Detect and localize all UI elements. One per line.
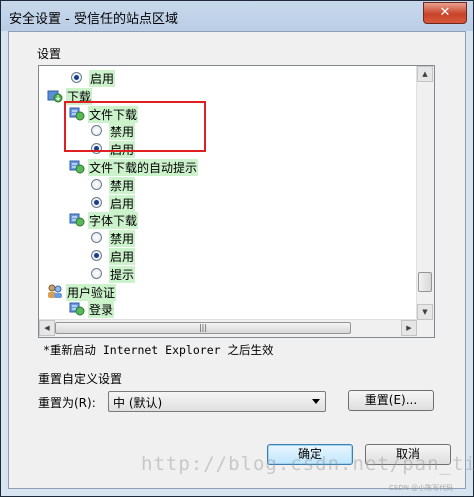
scroll-up-icon[interactable]: ▲ — [417, 66, 433, 82]
reset-group-label: 重置自定义设置 — [38, 372, 123, 386]
settings-node-icon — [69, 159, 85, 174]
radio-option-label: 提示 — [109, 265, 136, 283]
vertical-scrollbar[interactable]: ▲ ▼ — [416, 66, 434, 320]
radio-option-label: 启用 — [89, 70, 116, 87]
radio-button[interactable] — [91, 267, 102, 279]
radio-option-label: 禁用 — [109, 230, 136, 248]
csdn-mark: CSDN @小陈写代码 — [389, 484, 454, 492]
radio-button[interactable] — [91, 196, 102, 208]
vertical-scroll-thumb[interactable] — [418, 272, 432, 292]
reset-level-value: 中 (默认) — [113, 396, 163, 410]
horizontal-scroll-thumb[interactable]: ||| — [55, 322, 351, 334]
radio-button[interactable] — [71, 72, 82, 83]
watermark-text: http://blog.csdn.net/pan_tian — [141, 453, 474, 475]
settings-node-icon — [69, 212, 85, 227]
users-icon — [47, 284, 63, 299]
reset-to-label: 重置为(R): — [38, 396, 96, 410]
scroll-down-icon[interactable]: ▼ — [417, 304, 433, 320]
scroll-right-icon[interactable]: ▶ — [401, 320, 417, 336]
security-settings-dialog: 安全设置 - 受信任的站点区域 ✕ 设置 启用 下载 文件下载 禁用 启用 文件下载的自动… — [0, 0, 474, 497]
restart-note: *重新启动 Internet Explorer 之后生效 — [43, 343, 274, 357]
settings-node-icon — [69, 301, 85, 316]
radio-button[interactable] — [91, 232, 102, 244]
close-button[interactable]: ✕ — [423, 2, 467, 24]
radio-option-label: 启用 — [109, 248, 136, 265]
radio-button[interactable] — [91, 250, 102, 261]
horizontal-scrollbar[interactable]: ◀ ||| ▶ — [39, 319, 417, 337]
scrollbar-corner — [417, 320, 434, 337]
close-icon: ✕ — [439, 5, 451, 20]
chevron-down-icon — [312, 399, 320, 404]
reset-button[interactable]: 重置(E)... — [348, 390, 434, 411]
radio-option-label: 禁用 — [109, 176, 136, 194]
reset-level-select[interactable]: 中 (默认) — [108, 391, 326, 412]
radio-button[interactable] — [91, 178, 102, 190]
tree-category-label: 字体下载 — [88, 212, 139, 230]
tree-category-label: 用户验证 — [66, 283, 117, 301]
tree-category-label: 登录 — [88, 301, 115, 319]
radio-option-label: 启用 — [109, 194, 136, 212]
scroll-left-icon[interactable]: ◀ — [39, 320, 55, 336]
download-settings-icon — [47, 88, 63, 103]
tree-category-label: 文件下载的自动提示 — [88, 159, 199, 176]
highlight-annotation-box — [64, 101, 206, 152]
title-bar[interactable]: 安全设置 - 受信任的站点区域 ✕ — [1, 1, 473, 31]
window-title: 安全设置 - 受信任的站点区域 — [9, 12, 178, 27]
settings-label: 设置 — [37, 47, 62, 61]
